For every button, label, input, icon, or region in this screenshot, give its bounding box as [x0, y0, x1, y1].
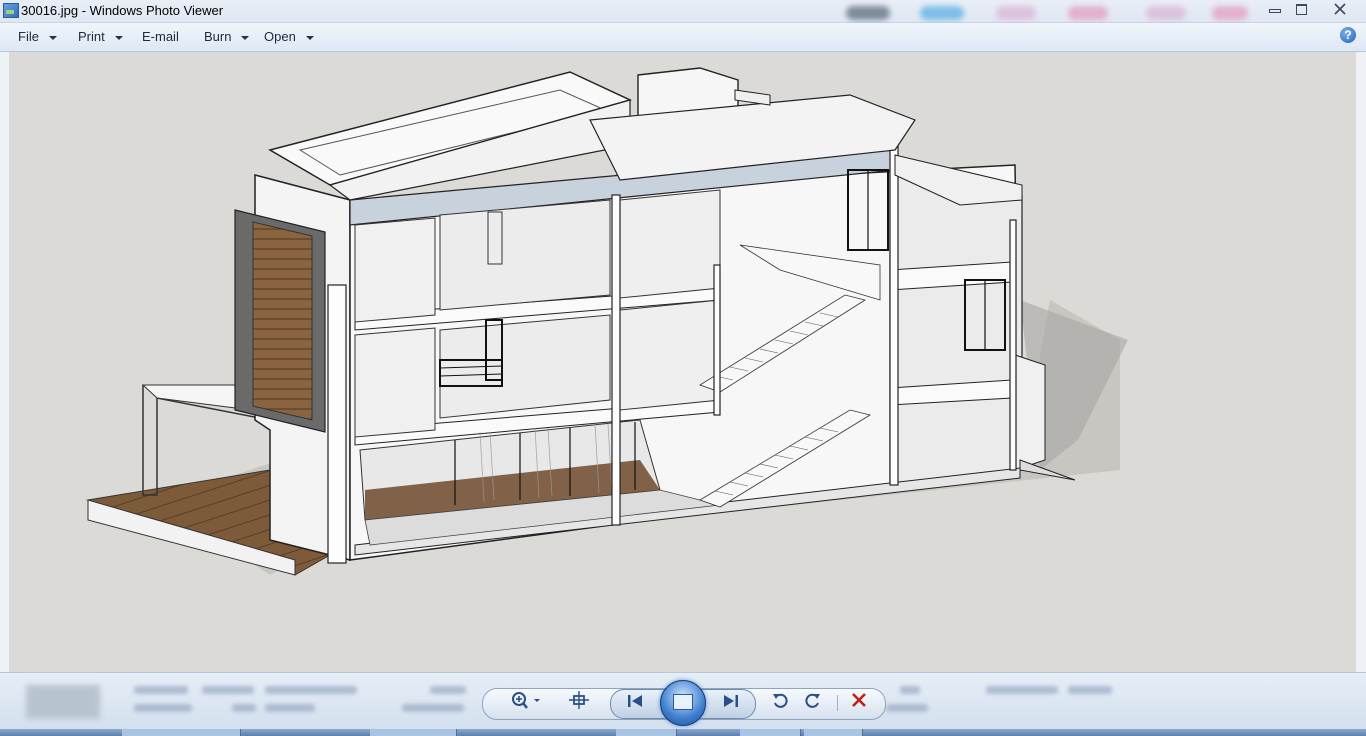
blurred-info: [402, 704, 464, 712]
close-button[interactable]: [1326, 0, 1354, 18]
previous-icon: [628, 695, 642, 707]
image-viewport[interactable]: [0, 52, 1366, 672]
menu-file-label: File: [18, 29, 39, 44]
menu-email[interactable]: E-mail: [142, 29, 179, 44]
slideshow-button[interactable]: [660, 680, 706, 726]
menu-print[interactable]: Print: [78, 29, 123, 44]
restore-button[interactable]: [1288, 0, 1314, 18]
house-section-image: [86, 67, 1128, 576]
toolbar-separator: [837, 695, 838, 711]
blurred-thumbnail: [26, 685, 100, 719]
blurred-background: [1068, 6, 1108, 20]
menu-email-label: E-mail: [142, 29, 179, 44]
photo-viewer-app-icon: [3, 3, 19, 18]
help-icon[interactable]: ?: [1340, 27, 1356, 43]
menu-bar: File Print E-mail Burn Open ?: [0, 23, 1366, 52]
taskbar-button[interactable]: [370, 729, 457, 736]
chevron-down-icon: [48, 35, 57, 40]
rotate-right-icon: [805, 693, 820, 708]
menu-burn[interactable]: Burn: [204, 29, 250, 44]
delete-icon: [852, 693, 866, 707]
fit-to-window-icon: [569, 691, 589, 709]
close-icon: [1334, 3, 1346, 15]
chevron-down-icon: [241, 35, 250, 40]
taskbar-button[interactable]: [740, 729, 801, 736]
taskbar: [0, 729, 1366, 736]
actual-size-button[interactable]: [566, 691, 592, 715]
window-title: 30016.jpg - Windows Photo Viewer: [21, 3, 224, 18]
blurred-info: [265, 686, 357, 694]
menu-burn-label: Burn: [204, 29, 232, 44]
blurred-info: [886, 704, 928, 712]
chevron-down-icon: [114, 35, 123, 40]
blurred-info: [900, 686, 920, 694]
next-icon: [724, 695, 738, 707]
minimize-button[interactable]: [1262, 0, 1288, 18]
taskbar-button[interactable]: [184, 729, 241, 736]
minimize-icon: [1269, 9, 1281, 13]
blurred-info: [202, 686, 254, 694]
slideshow-icon: [673, 694, 693, 710]
blurred-background: [1212, 6, 1248, 20]
zoom-button[interactable]: [508, 691, 542, 715]
blurred-info: [134, 686, 188, 694]
delete-button[interactable]: [846, 691, 872, 715]
taskbar-button[interactable]: [804, 729, 863, 736]
blurred-background: [920, 6, 964, 20]
previous-button[interactable]: [622, 691, 648, 715]
next-button[interactable]: [718, 691, 744, 715]
rotate-left-icon: [773, 693, 788, 708]
blurred-info: [430, 686, 466, 694]
zoom-in-icon: [512, 692, 540, 709]
title-bar: 30016.jpg - Windows Photo Viewer: [0, 0, 1366, 23]
bottom-toolbar: [0, 672, 1366, 729]
blurred-background: [846, 6, 890, 20]
rotate-clockwise-button[interactable]: [800, 691, 826, 715]
blurred-info: [265, 704, 315, 712]
menu-open[interactable]: Open: [264, 29, 314, 44]
blurred-info: [1068, 686, 1112, 694]
menu-print-label: Print: [78, 29, 105, 44]
chevron-down-icon: [305, 35, 314, 40]
menu-open-label: Open: [264, 29, 296, 44]
taskbar-button[interactable]: [616, 729, 677, 736]
blurred-info: [986, 686, 1058, 694]
restore-icon: [1295, 4, 1307, 15]
blurred-info: [232, 704, 256, 712]
blurred-background: [996, 6, 1036, 20]
menu-file[interactable]: File: [18, 29, 57, 44]
rotate-counterclockwise-button[interactable]: [767, 691, 793, 715]
blurred-background: [1146, 6, 1186, 20]
blurred-info: [134, 704, 192, 712]
